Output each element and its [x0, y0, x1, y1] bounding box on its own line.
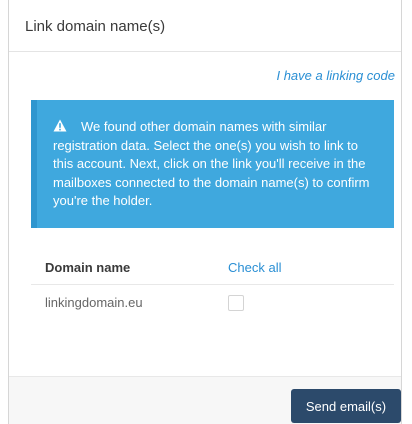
- alert-text-block: We found other domain names with similar…: [47, 118, 378, 211]
- column-header-domain: Domain name: [45, 260, 131, 275]
- panel-header: Link domain name(s): [9, 0, 401, 52]
- panel-footer: Send email(s): [9, 376, 401, 424]
- alert-message: We found other domain names with similar…: [53, 119, 370, 208]
- table-header-row: Domain name Check all: [31, 254, 394, 285]
- panel-title: Link domain name(s): [25, 18, 166, 35]
- warning-icon: [53, 119, 67, 132]
- check-all-link[interactable]: Check all: [228, 260, 281, 275]
- linking-code-link[interactable]: I have a linking code: [276, 68, 395, 83]
- send-emails-button[interactable]: Send email(s): [291, 389, 401, 423]
- alert-accent-bar: [31, 100, 37, 228]
- table-row: linkingdomain.eu: [31, 285, 394, 321]
- info-alert: We found other domain names with similar…: [31, 100, 394, 228]
- domain-table: Domain name Check all linkingdomain.eu: [31, 254, 394, 321]
- link-domain-panel: Link domain name(s) I have a linking cod…: [8, 0, 402, 424]
- domain-checkbox[interactable]: [228, 295, 244, 311]
- domain-name-cell: linkingdomain.eu: [45, 295, 143, 310]
